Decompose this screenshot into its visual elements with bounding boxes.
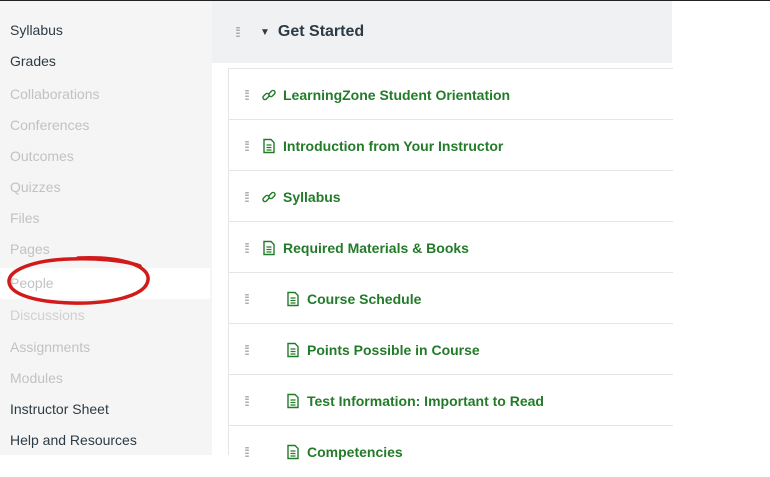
sidebar-item-discussions[interactable]: Discussions (10, 300, 210, 331)
sidebar-item-outcomes[interactable]: Outcomes (10, 141, 210, 172)
sidebar-item-quizzes[interactable]: Quizzes (10, 172, 210, 203)
module-item[interactable]: ⁞⁞ Test Information: Important to Read (229, 374, 673, 426)
sidebar-item-files[interactable]: Files (10, 203, 210, 234)
module-item[interactable]: ⁞⁞ Competencies (229, 425, 673, 477)
module-item-title[interactable]: Test Information: Important to Read (307, 393, 544, 409)
link-icon (261, 87, 277, 103)
module-item[interactable]: ⁞⁞ Course Schedule (229, 272, 673, 324)
sidebar-item-assignments[interactable]: Assignments (10, 332, 210, 363)
module-item-title[interactable]: Course Schedule (307, 291, 421, 307)
modules-content: ⁞⁞ ▼ Get Started ⁞⁞ LearningZone Student… (212, 1, 770, 477)
sidebar-item-modules[interactable]: Modules (10, 363, 210, 394)
drag-handle-icon[interactable]: ⁞⁞ (241, 88, 251, 102)
drag-handle-icon[interactable]: ⁞⁞ (241, 190, 251, 204)
link-icon (261, 189, 277, 205)
module-item[interactable]: ⁞⁞ LearningZone Student Orientation (229, 68, 673, 120)
sidebar-item-pages[interactable]: Pages (10, 234, 210, 265)
module-item[interactable]: ⁞⁞ Introduction from Your Instructor (229, 119, 673, 171)
document-icon (285, 342, 301, 358)
document-icon (285, 291, 301, 307)
drag-handle-icon[interactable]: ⁞⁞ (241, 394, 251, 408)
sidebar-item-syllabus[interactable]: Syllabus (10, 15, 210, 46)
module-item[interactable]: ⁞⁞ Points Possible in Course (229, 323, 673, 375)
drag-handle-icon[interactable]: ⁞⁞ (232, 25, 242, 39)
module-item-title[interactable]: Syllabus (283, 189, 341, 205)
sidebar-item-collaborations[interactable]: Collaborations (10, 79, 210, 110)
module-item-title[interactable]: Required Materials & Books (283, 240, 469, 256)
sidebar-item-people[interactable]: People (0, 268, 210, 299)
sidebar-item-instructor-sheet[interactable]: Instructor Sheet (10, 394, 210, 425)
drag-handle-icon[interactable]: ⁞⁞ (241, 292, 251, 306)
course-navigation-sidebar: Syllabus Grades Collaborations Conferenc… (0, 1, 212, 455)
module-item-title[interactable]: LearningZone Student Orientation (283, 87, 510, 103)
document-icon (261, 240, 277, 256)
module-title: Get Started (277, 23, 365, 40)
drag-handle-icon[interactable]: ⁞⁞ (241, 241, 251, 255)
document-icon (261, 138, 277, 154)
document-icon (285, 393, 301, 409)
module-item[interactable]: ⁞⁞ Syllabus (229, 170, 673, 222)
collapse-caret-icon[interactable]: ▼ (260, 27, 270, 38)
module-item-title[interactable]: Competencies (307, 444, 403, 460)
drag-handle-icon[interactable]: ⁞⁞ (241, 139, 251, 153)
module-item-title[interactable]: Introduction from Your Instructor (283, 138, 503, 154)
module-items-list: ⁞⁞ LearningZone Student Orientation ⁞⁞ I… (228, 68, 673, 477)
sidebar-item-grades[interactable]: Grades (10, 46, 210, 77)
drag-handle-icon[interactable]: ⁞⁞ (241, 343, 251, 357)
sidebar-item-help-and-resources[interactable]: Help and Resources (10, 425, 210, 456)
module-item-title[interactable]: Points Possible in Course (307, 342, 480, 358)
drag-handle-icon[interactable]: ⁞⁞ (241, 445, 251, 459)
module-item[interactable]: ⁞⁞ Required Materials & Books (229, 221, 673, 273)
document-icon (285, 444, 301, 460)
sidebar-item-conferences[interactable]: Conferences (10, 110, 210, 141)
module-header[interactable]: ⁞⁞ ▼ Get Started (212, 1, 672, 63)
